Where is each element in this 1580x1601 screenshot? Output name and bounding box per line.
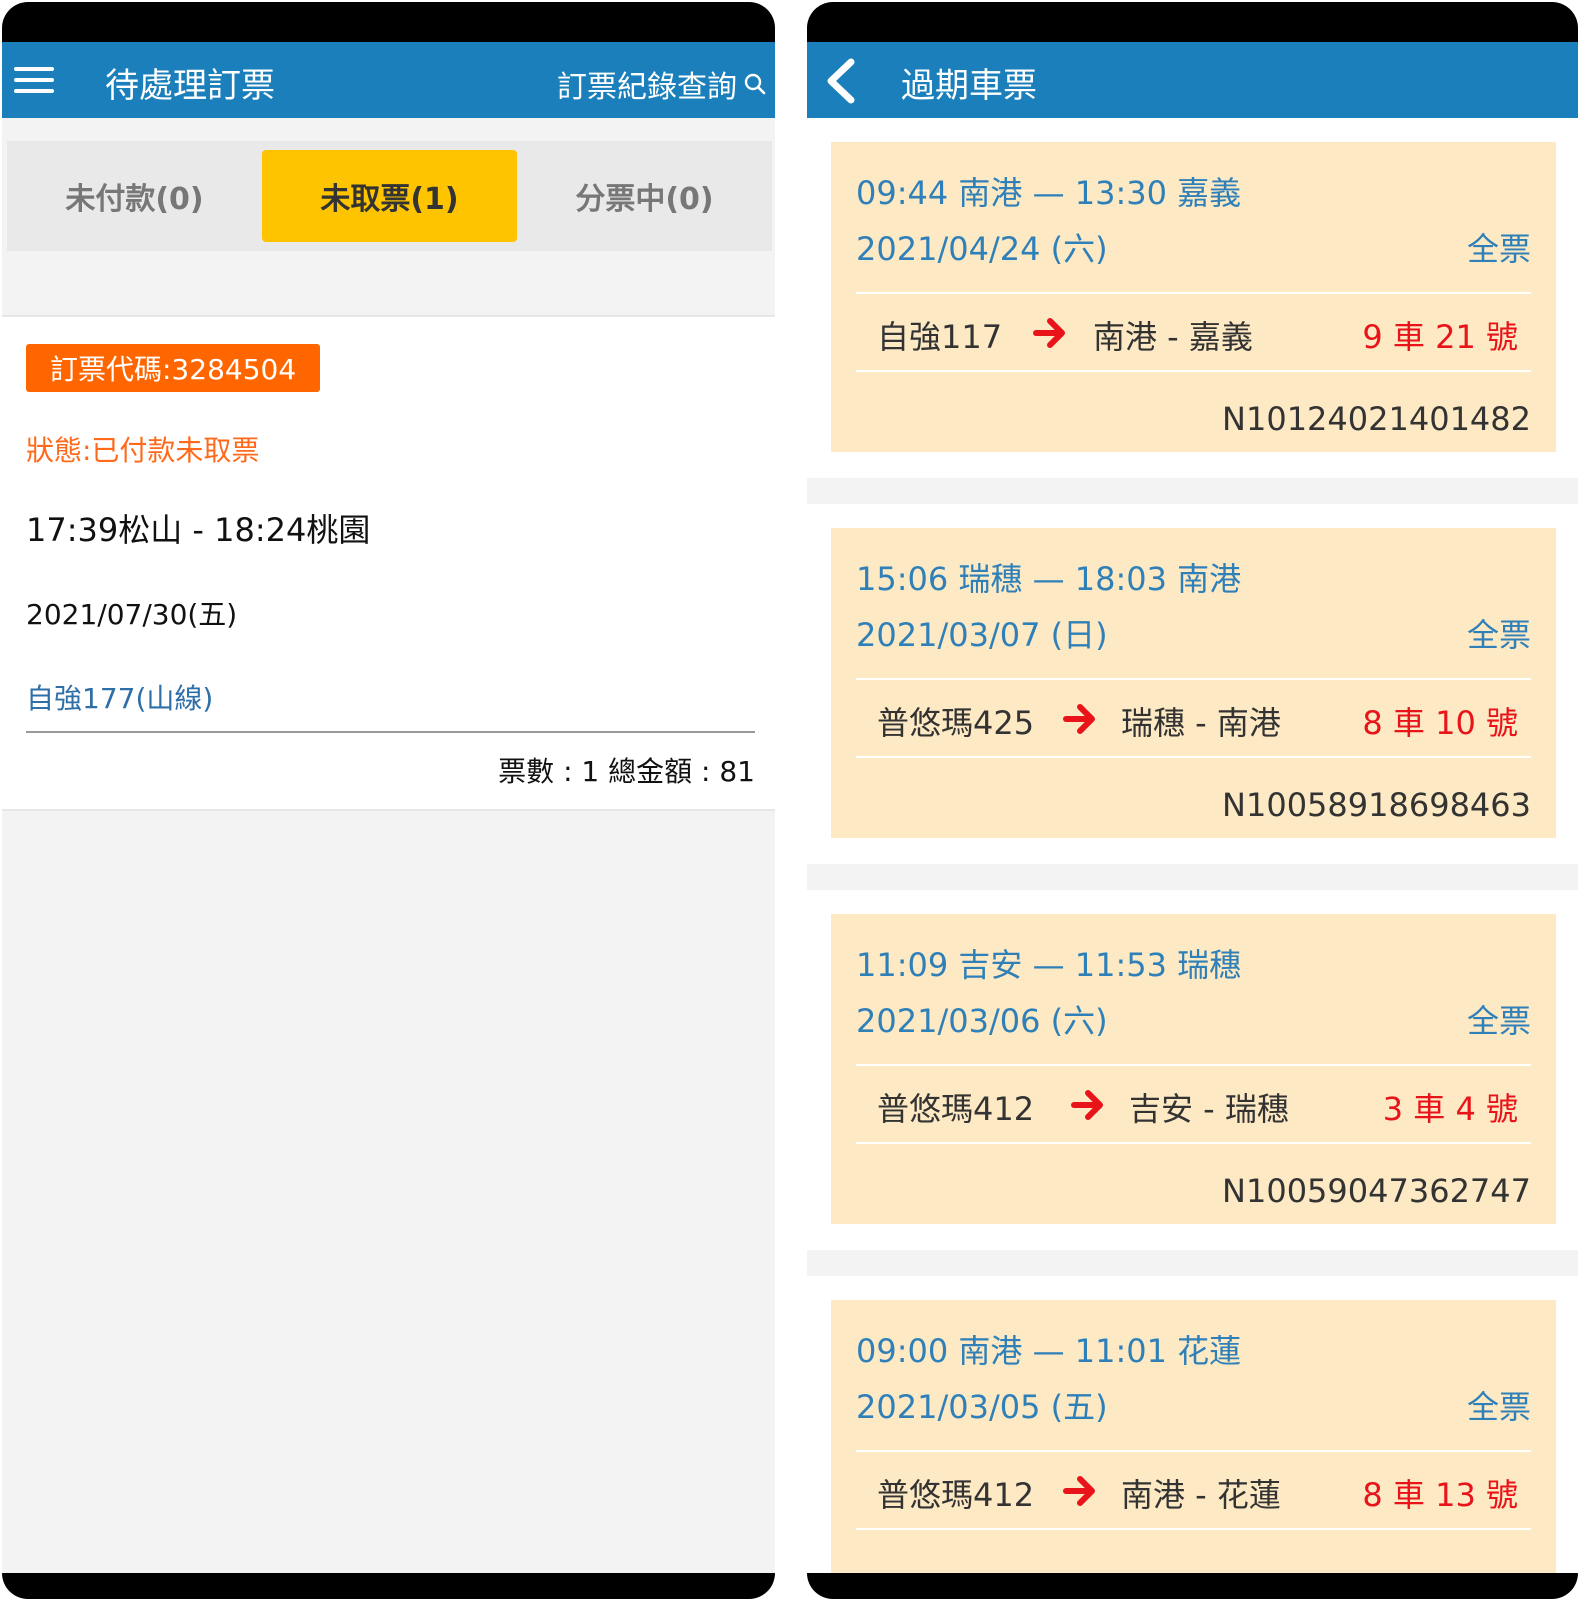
ticket-route: 11:09 吉安 — 11:53 瑞穗 [856, 946, 1242, 984]
ticket-type: 全票 [1466, 1002, 1531, 1040]
ticket-route: 15:06 瑞穗 — 18:03 南港 [856, 560, 1242, 598]
ticket-stations: 南港 - 花蓮 [1121, 1476, 1281, 1514]
ticket-type: 全票 [1466, 1388, 1531, 1426]
ticket-item[interactable]: 11:09 吉安 — 11:53 瑞穗 2021/03/06 (六) 全票 普悠… [807, 890, 1578, 1250]
ticket-item[interactable]: 15:06 瑞穗 — 18:03 南港 2021/03/07 (日) 全票 普悠… [807, 504, 1578, 864]
ticket-type: 全票 [1466, 616, 1531, 654]
divider [856, 1528, 1531, 1530]
ticket-route: 09:44 南港 — 13:30 嘉義 [856, 174, 1242, 212]
arrow-right-icon [1033, 318, 1065, 348]
page-title: 待處理訂票 [105, 66, 275, 106]
ticket-stations: 吉安 - 瑞穗 [1129, 1090, 1289, 1128]
order-train: 自強177(山線) [26, 682, 214, 715]
top-app-bar: 待處理訂票 訂票紀錄查詢 [2, 42, 775, 118]
expired-tickets-content: 過期車票 09:44 南港 — 13:30 嘉義 2021/04/24 (六) … [807, 42, 1578, 1573]
order-date: 2021/07/30(五) [26, 598, 238, 631]
search-icon [744, 73, 766, 95]
ticket-route: 09:00 南港 — 11:01 花蓮 [856, 1332, 1242, 1370]
expired-tickets-screen: 過期車票 09:44 南港 — 13:30 嘉義 2021/04/24 (六) … [807, 2, 1578, 1599]
divider [856, 678, 1531, 680]
ticket-train: 普悠瑪425 [877, 704, 1035, 742]
ticket-date: 2021/03/07 (日) [856, 616, 1108, 654]
arrow-right-icon [1063, 704, 1095, 734]
divider [856, 292, 1531, 294]
ticket-card: 11:09 吉安 — 11:53 瑞穗 2021/03/06 (六) 全票 普悠… [831, 914, 1556, 1224]
ticket-card: 15:06 瑞穗 — 18:03 南港 2021/03/07 (日) 全票 普悠… [831, 528, 1556, 838]
tab-unpaid[interactable]: 未付款(0) [7, 141, 262, 251]
ticket-date: 2021/03/05 (五) [856, 1388, 1108, 1426]
menu-icon[interactable] [14, 64, 56, 96]
ticket-number: N10124021401482 [1222, 400, 1531, 438]
order-code-badge: 訂票代碼:3284504 [26, 344, 321, 392]
order-divider [26, 731, 755, 733]
ticket-train: 自強117 [877, 318, 1003, 356]
divider [856, 1142, 1531, 1144]
divider [856, 1064, 1531, 1066]
ticket-number: N10058918698463 [1222, 786, 1531, 824]
ticket-item[interactable]: 09:00 南港 — 11:01 花蓮 2021/03/05 (五) 全票 普悠… [807, 1276, 1578, 1573]
divider [856, 756, 1531, 758]
ticket-number: N10059047362747 [1222, 1172, 1531, 1210]
ticket-item[interactable]: 09:44 南港 — 13:30 嘉義 2021/04/24 (六) 全票 自強… [807, 118, 1578, 478]
booking-history-search-button[interactable]: 訂票紀錄查詢 [557, 62, 767, 106]
pending-orders-content: 待處理訂票 訂票紀錄查詢 未付款(0) 未取票(1) 分票中(0) 訂票代碼:3… [2, 42, 775, 1573]
ticket-train: 普悠瑪412 [877, 1090, 1035, 1128]
ticket-seat: 3 車 4 號 [1382, 1090, 1518, 1128]
ticket-card: 09:44 南港 — 13:30 嘉義 2021/04/24 (六) 全票 自強… [831, 142, 1556, 452]
order-summary: 票數 : 1 總金額 : 81 [498, 755, 755, 788]
ticket-card: 09:00 南港 — 11:01 花蓮 2021/03/05 (五) 全票 普悠… [831, 1300, 1556, 1573]
pending-orders-screen: 待處理訂票 訂票紀錄查詢 未付款(0) 未取票(1) 分票中(0) 訂票代碼:3… [2, 2, 775, 1599]
ticket-seat: 8 車 13 號 [1362, 1476, 1518, 1514]
arrow-right-icon [1063, 1476, 1095, 1506]
arrow-right-icon [1071, 1090, 1103, 1120]
page-title: 過期車票 [901, 66, 1037, 106]
order-status-tabs: 未付款(0) 未取票(1) 分票中(0) [7, 141, 772, 251]
divider [856, 370, 1531, 372]
order-status: 狀態:已付款未取票 [26, 434, 260, 467]
top-app-bar: 過期車票 [807, 42, 1578, 118]
order-route: 17:39松山 - 18:24桃園 [26, 511, 371, 549]
back-chevron-icon[interactable] [821, 56, 861, 106]
ticket-stations: 南港 - 嘉義 [1093, 318, 1253, 356]
ticket-type: 全票 [1466, 230, 1531, 268]
ticket-date: 2021/03/06 (六) [856, 1002, 1108, 1040]
tab-splitting[interactable]: 分票中(0) [517, 141, 772, 251]
ticket-stations: 瑞穗 - 南港 [1121, 704, 1281, 742]
tab-not-collected[interactable]: 未取票(1) [262, 150, 517, 242]
order-card[interactable]: 訂票代碼:3284504 狀態:已付款未取票 17:39松山 - 18:24桃園… [2, 315, 775, 811]
ticket-seat: 9 車 21 號 [1362, 318, 1518, 356]
divider [856, 1450, 1531, 1452]
ticket-train: 普悠瑪412 [877, 1476, 1035, 1514]
ticket-seat: 8 車 10 號 [1362, 704, 1518, 742]
booking-history-search-label: 訂票紀錄查詢 [557, 70, 737, 105]
ticket-date: 2021/04/24 (六) [856, 230, 1108, 268]
